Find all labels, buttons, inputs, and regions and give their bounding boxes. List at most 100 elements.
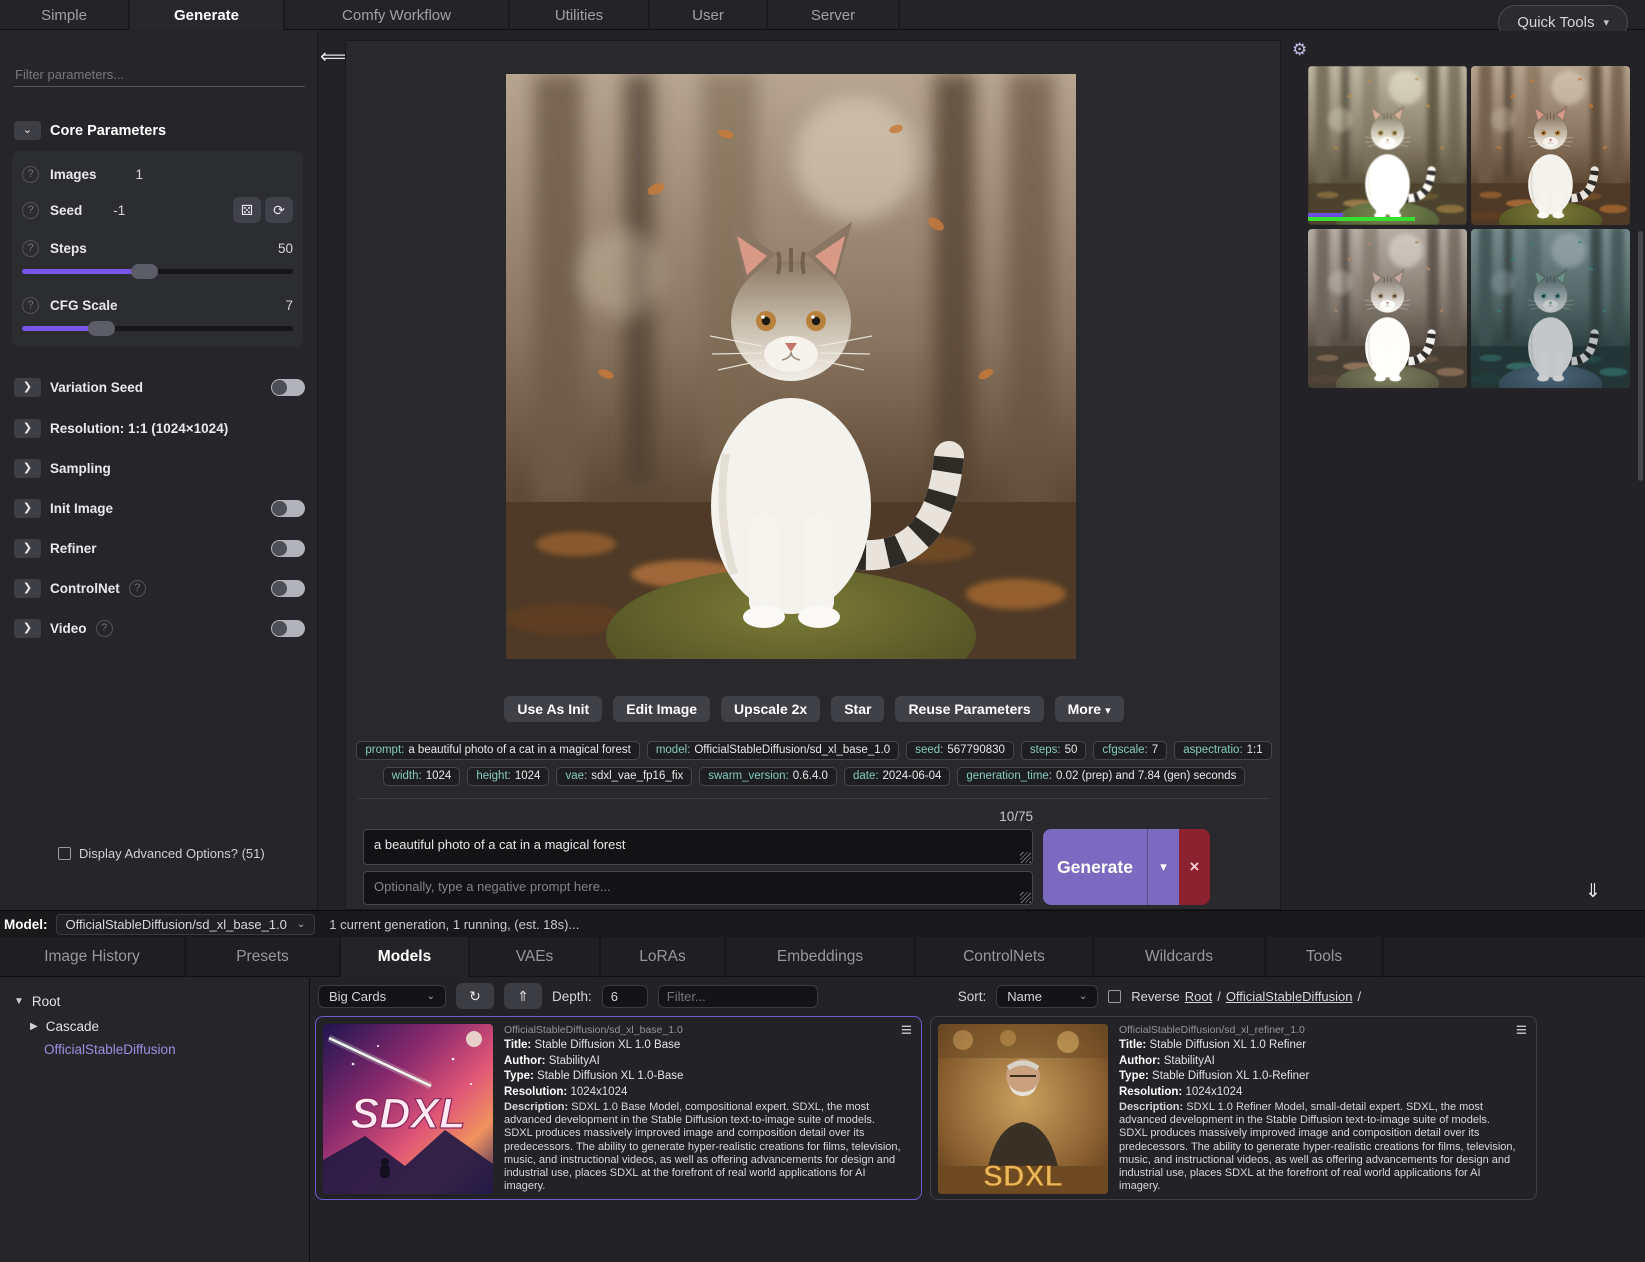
tab-embeddings[interactable]: Embeddings <box>726 937 916 977</box>
expand-video-button[interactable]: ❯ <box>14 619 41 638</box>
expand-refiner-button[interactable]: ❯ <box>14 539 41 558</box>
tab-user[interactable]: User <box>650 0 768 30</box>
interrupt-button[interactable]: × <box>1179 829 1210 905</box>
steps-slider-knob[interactable] <box>131 264 158 279</box>
meta-prompt[interactable]: prompt:a beautiful photo of a cat in a m… <box>356 741 639 760</box>
use-as-init-button[interactable]: Use As Init <box>504 696 602 722</box>
resize-handle-icon[interactable] <box>1020 852 1031 863</box>
breadcrumb-root-link[interactable]: Root <box>1185 989 1212 1004</box>
tab-presets[interactable]: Presets <box>186 937 341 977</box>
meta-width[interactable]: width:1024 <box>383 767 461 786</box>
breadcrumb-current-link[interactable]: OfficialStableDiffusion <box>1226 989 1353 1004</box>
generate-options-button[interactable]: ▾ <box>1147 829 1179 905</box>
meta-aspectratio[interactable]: aspectratio:1:1 <box>1174 741 1271 760</box>
gear-icon[interactable]: ⚙ <box>1292 40 1307 60</box>
help-icon[interactable]: ? <box>22 240 39 257</box>
tab-wildcards[interactable]: Wildcards <box>1094 937 1266 977</box>
video-toggle[interactable] <box>271 620 305 637</box>
tab-models[interactable]: Models <box>341 937 470 977</box>
help-icon[interactable]: ? <box>96 620 113 637</box>
filter-parameters-input[interactable] <box>14 63 305 87</box>
controlnet-toggle[interactable] <box>271 580 305 597</box>
folder-up-button[interactable]: ⇑ <box>504 983 542 1009</box>
help-icon[interactable]: ? <box>22 166 39 183</box>
history-thumbnail[interactable] <box>1471 66 1630 225</box>
random-seed-button[interactable]: ⚄ <box>233 197 261 223</box>
more-button[interactable]: More▾ <box>1055 696 1124 722</box>
generate-button[interactable]: Generate <box>1043 829 1147 905</box>
tab-comfy-workflow[interactable]: Comfy Workflow <box>285 0 510 30</box>
meta-vae[interactable]: vae:sdxl_vae_fp16_fix <box>556 767 692 786</box>
star-button[interactable]: Star <box>831 696 884 722</box>
advanced-options-checkbox[interactable] <box>58 847 71 860</box>
expand-variation-seed-button[interactable]: ❯ <box>14 378 41 397</box>
refresh-button[interactable]: ↻ <box>456 983 494 1009</box>
tab-simple[interactable]: Simple <box>0 0 130 30</box>
model-card-sdxl-refiner[interactable]: SDXL ≡ OfficialStableDiffusion/sd_xl_ref… <box>930 1016 1537 1200</box>
reuse-parameters-button[interactable]: Reuse Parameters <box>895 696 1043 722</box>
images-value[interactable]: 1 <box>136 167 144 182</box>
expand-controlnet-button[interactable]: ❯ <box>14 579 41 598</box>
cfg-slider-knob[interactable] <box>88 321 115 336</box>
meta-cfgscale[interactable]: cfgscale:7 <box>1093 741 1167 760</box>
meta-swarm-version[interactable]: swarm_version:0.6.4.0 <box>699 767 837 786</box>
model-card-sdxl-base[interactable]: SDXL ≡ OfficialStableDiffusion/sd_xl_bas… <box>315 1016 922 1200</box>
chevron-down-icon: ▾ <box>1105 705 1111 717</box>
models-filter-input[interactable] <box>658 985 818 1008</box>
tab-image-history[interactable]: Image History <box>0 937 186 977</box>
steps-value[interactable]: 50 <box>278 241 293 256</box>
tab-vaes[interactable]: VAEs <box>470 937 601 977</box>
upscale-button[interactable]: Upscale 2x <box>721 696 820 722</box>
history-thumbnail[interactable] <box>1471 229 1630 388</box>
expand-init-image-button[interactable]: ❯ <box>14 499 41 518</box>
seed-value[interactable]: -1 <box>113 203 125 218</box>
tab-tools[interactable]: Tools <box>1266 937 1384 977</box>
chevron-right-icon: ❯ <box>23 583 32 594</box>
edit-image-button[interactable]: Edit Image <box>613 696 710 722</box>
tab-controlnets[interactable]: ControlNets <box>916 937 1094 977</box>
expand-sampling-button[interactable]: ❯ <box>14 459 41 478</box>
tab-utilities[interactable]: Utilities <box>510 0 650 30</box>
init-image-toggle[interactable] <box>271 500 305 517</box>
variation-seed-toggle[interactable] <box>271 379 305 396</box>
view-mode-select[interactable]: Big Cards ⌄ <box>318 985 446 1008</box>
cfg-slider[interactable] <box>22 326 293 331</box>
collapse-core-button[interactable]: ⌄ <box>14 121 41 140</box>
meta-seed[interactable]: seed:567790830 <box>906 741 1014 760</box>
tab-generate[interactable]: Generate <box>130 0 285 30</box>
depth-input[interactable] <box>602 985 648 1008</box>
help-icon[interactable]: ? <box>22 202 39 219</box>
tab-loras[interactable]: LoRAs <box>601 937 726 977</box>
model-select[interactable]: OfficialStableDiffusion/sd_xl_base_1.0 ⌄ <box>56 914 316 935</box>
refiner-toggle[interactable] <box>271 540 305 557</box>
model-select-value: OfficialStableDiffusion/sd_xl_base_1.0 <box>66 917 287 932</box>
meta-date[interactable]: date:2024-06-04 <box>844 767 950 786</box>
resize-handle-icon[interactable] <box>1020 892 1031 903</box>
cfg-value[interactable]: 7 <box>285 298 293 313</box>
refiner-label: Refiner <box>50 541 97 556</box>
tree-item-root[interactable]: ▼ Root <box>14 994 60 1009</box>
meta-generation-time[interactable]: generation_time:0.02 (prep) and 7.84 (ge… <box>957 767 1245 786</box>
tree-item-cascade[interactable]: ▶ Cascade <box>30 1019 99 1034</box>
card-menu-icon[interactable]: ≡ <box>1516 1020 1527 1042</box>
tab-server[interactable]: Server <box>768 0 900 30</box>
prompt-input[interactable]: a beautiful photo of a cat in a magical … <box>363 829 1033 865</box>
card-menu-icon[interactable]: ≡ <box>901 1020 912 1042</box>
meta-model[interactable]: model:OfficialStableDiffusion/sd_xl_base… <box>647 741 899 760</box>
help-icon[interactable]: ? <box>22 297 39 314</box>
history-thumbnail[interactable] <box>1308 229 1467 388</box>
meta-height[interactable]: height:1024 <box>467 767 549 786</box>
expand-resolution-button[interactable]: ❯ <box>14 419 41 438</box>
scrollbar[interactable] <box>1638 231 1643 481</box>
history-thumbnail-generating[interactable] <box>1308 66 1467 225</box>
sort-select[interactable]: Name ⌄ <box>996 985 1098 1008</box>
reverse-sort-checkbox[interactable] <box>1108 990 1121 1003</box>
reuse-seed-button[interactable]: ⟳ <box>265 197 293 223</box>
tree-item-officialstablediffusion[interactable]: OfficialStableDiffusion <box>44 1042 176 1057</box>
meta-steps[interactable]: steps:50 <box>1021 741 1086 760</box>
current-image[interactable] <box>506 74 1076 659</box>
help-icon[interactable]: ? <box>129 580 146 597</box>
page-down-icon[interactable]: ⇓ <box>1585 880 1601 903</box>
steps-slider[interactable] <box>22 269 293 274</box>
negative-prompt-input[interactable] <box>363 871 1033 905</box>
